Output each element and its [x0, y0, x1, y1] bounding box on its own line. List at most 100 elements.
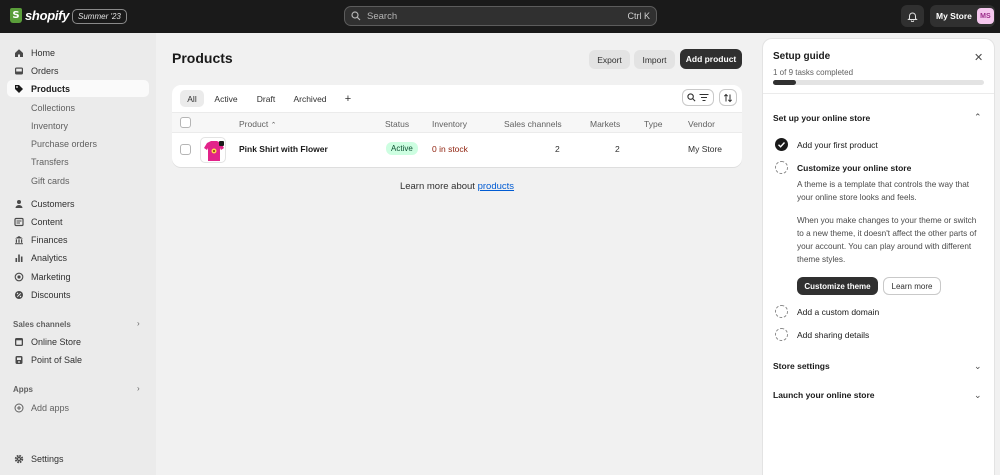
tab-draft[interactable]: Draft: [250, 90, 282, 107]
sort-arrow-icon: ⌃: [270, 122, 277, 129]
tab-archived[interactable]: Archived: [288, 90, 332, 107]
bank-icon: [15, 235, 23, 244]
customize-theme-button[interactable]: Customize theme: [797, 277, 878, 295]
learn-more-prefix: Learn more about: [399, 181, 478, 192]
sidebar-item-label: Discounts: [31, 289, 71, 300]
person-icon: [15, 199, 23, 208]
incomplete-circle-icon: [775, 328, 788, 341]
sidebar-item-content[interactable]: Content: [7, 213, 149, 230]
sidebar-item-discounts[interactable]: Discounts: [7, 286, 149, 303]
sales-channels-heading: Sales channels: [13, 320, 71, 329]
brand-wordmark: shopify: [25, 8, 70, 23]
column-inventory: Inventory: [432, 119, 467, 129]
table-row[interactable]: Pink Shirt with Flower Active 0 in stock…: [172, 133, 742, 165]
sidebar-item-label: Customers: [31, 198, 75, 209]
chevron-down-icon[interactable]: ⌄: [974, 361, 982, 372]
tab-active[interactable]: Active: [209, 90, 243, 107]
sidebar-item-label: Online Store: [31, 336, 82, 347]
select-all-checkbox[interactable]: [180, 117, 191, 128]
page-title: Products: [172, 50, 233, 66]
sidebar: Home Orders Products Collections Invento…: [0, 33, 156, 475]
store-menu-button[interactable]: My Store MS: [930, 5, 995, 27]
content-icon: [14, 217, 24, 226]
home-icon: [15, 48, 23, 57]
search-filter-button[interactable]: [682, 89, 714, 106]
export-button[interactable]: Export: [589, 50, 630, 69]
sidebar-item-label: Finances: [31, 234, 68, 245]
incomplete-circle-icon: [775, 161, 788, 174]
table-header: Product ⌃ Status Inventory Sales channel…: [172, 112, 742, 133]
task-custom-domain[interactable]: Add a custom domain: [797, 307, 879, 317]
products-table-card: All Active Draft Archived + Product ⌃ St…: [172, 85, 742, 167]
sidebar-subitem-inventory[interactable]: Inventory: [31, 121, 68, 131]
import-button[interactable]: Import: [634, 50, 675, 69]
sidebar-subitem-transfers[interactable]: Transfers: [31, 157, 69, 167]
row-checkbox[interactable]: [180, 144, 191, 155]
sort-icon: [723, 93, 733, 102]
add-view-button[interactable]: +: [339, 90, 357, 107]
learn-more-button[interactable]: Learn more: [883, 277, 941, 295]
section-launch-store[interactable]: Launch your online store: [773, 390, 875, 400]
checkmark-circle-icon: [775, 138, 788, 151]
sidebar-item-products[interactable]: Products: [7, 80, 149, 97]
tab-all[interactable]: All: [180, 90, 204, 107]
sidebar-subitem-collections[interactable]: Collections: [31, 103, 75, 113]
target-icon: [14, 272, 24, 281]
product-name[interactable]: Pink Shirt with Flower: [239, 144, 328, 154]
search-shortcut: Ctrl K: [627, 11, 651, 21]
close-icon[interactable]: ✕: [974, 51, 983, 64]
chevron-up-icon[interactable]: ⌃: [974, 112, 982, 123]
sidebar-item-marketing[interactable]: Marketing: [7, 268, 149, 285]
products-help-link[interactable]: products: [478, 181, 514, 192]
plus-circle-icon: [14, 403, 24, 412]
sidebar-item-orders[interactable]: Orders: [7, 62, 149, 79]
task-add-first-product[interactable]: Add your first product: [797, 140, 878, 150]
chevron-right-icon[interactable]: ›: [137, 319, 140, 328]
search-icon: [687, 93, 696, 102]
tag-icon: [15, 84, 23, 93]
column-product[interactable]: Product ⌃: [239, 119, 277, 129]
store-icon: [15, 337, 23, 346]
sidebar-item-point-of-sale[interactable]: Point of Sale: [7, 351, 149, 368]
sidebar-item-label: Settings: [31, 453, 64, 464]
add-product-button[interactable]: Add product: [680, 49, 742, 69]
search-bar[interactable]: Search Ctrl K: [344, 6, 657, 26]
task-sharing-details[interactable]: Add sharing details: [797, 330, 869, 340]
column-sales-channels: Sales channels: [504, 119, 562, 129]
section-store-settings[interactable]: Store settings: [773, 361, 830, 371]
search-placeholder: Search: [367, 10, 398, 22]
task-description: When you make changes to your theme or s…: [797, 216, 977, 264]
sidebar-item-home[interactable]: Home: [7, 44, 149, 61]
sidebar-item-analytics[interactable]: Analytics: [7, 249, 149, 266]
setup-guide-panel: Setup guide ✕ 1 of 9 tasks completed Set…: [763, 39, 994, 475]
check-icon: [778, 142, 786, 148]
divider: [763, 93, 994, 94]
add-apps-button[interactable]: Add apps: [7, 399, 149, 416]
bell-icon: [907, 12, 918, 22]
sidebar-item-label: Point of Sale: [31, 354, 83, 365]
sort-button[interactable]: [719, 89, 737, 106]
shopify-logo[interactable]: shopify: [10, 8, 69, 23]
task-customize-store[interactable]: Customize your online store: [797, 163, 911, 173]
gear-icon: [14, 454, 24, 463]
notifications-button[interactable]: [901, 5, 924, 27]
chevron-right-icon[interactable]: ›: [137, 384, 140, 393]
sidebar-item-label: Home: [31, 47, 56, 58]
filter-icon: [699, 94, 709, 101]
sidebar-item-label: Content: [31, 216, 63, 227]
pink-shirt-image: [204, 141, 224, 161]
sidebar-item-customers[interactable]: Customers: [7, 195, 149, 212]
sidebar-item-label: Products: [31, 83, 71, 94]
search-icon: [351, 11, 361, 21]
sidebar-subitem-purchase-orders[interactable]: Purchase orders: [31, 139, 97, 149]
progress-text: 1 of 9 tasks completed: [773, 68, 854, 77]
sidebar-item-label: Analytics: [31, 252, 68, 263]
chevron-down-icon[interactable]: ⌄: [974, 390, 982, 401]
sidebar-item-label: Orders: [31, 65, 59, 76]
status-badge: Active: [386, 142, 418, 155]
sidebar-item-online-store[interactable]: Online Store: [7, 333, 149, 350]
section-online-store[interactable]: Set up your online store: [773, 113, 870, 123]
sidebar-item-settings[interactable]: Settings: [7, 450, 149, 467]
avatar: MS: [976, 8, 994, 24]
sidebar-item-finances[interactable]: Finances: [7, 231, 149, 248]
